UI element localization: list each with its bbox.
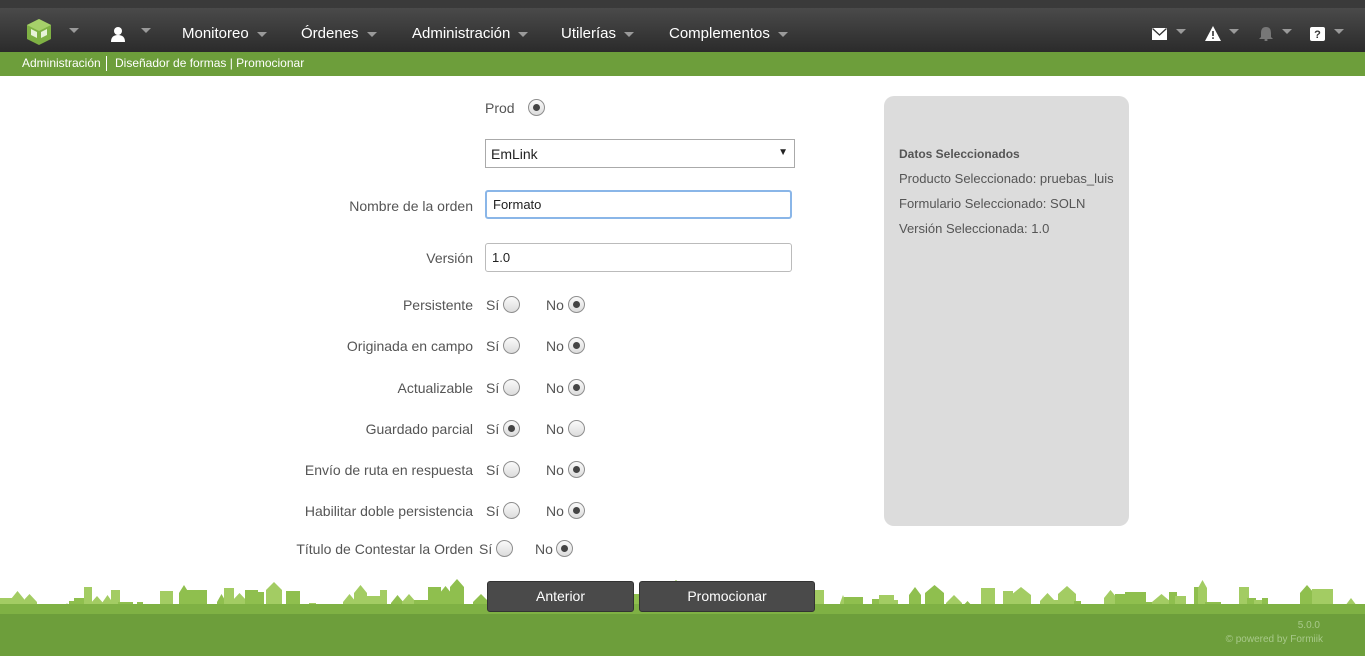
nav-label: Administración: [412, 25, 511, 42]
option-yes-label: Sí: [486, 297, 500, 313]
option-no-label: No: [546, 503, 564, 519]
formiik-logo-icon[interactable]: [26, 18, 52, 46]
option-yes-radio[interactable]: [496, 540, 513, 557]
product-select-value: EmLink: [491, 146, 538, 162]
option-no-label: No: [546, 338, 564, 354]
selected-data-panel: Datos Seleccionados Producto Seleccionad…: [884, 96, 1129, 526]
mail-icon[interactable]: [1152, 28, 1167, 40]
product-select[interactable]: EmLink ▼: [485, 139, 795, 168]
chevron-down-icon: [366, 31, 377, 37]
option-label: Envío de ruta en respuesta: [304, 462, 473, 478]
nav-utilerias[interactable]: Utilerías: [561, 25, 635, 42]
promote-button[interactable]: Promocionar: [639, 581, 815, 612]
option-no-label: No: [535, 541, 553, 557]
nav-monitoreo[interactable]: Monitoreo: [182, 25, 267, 42]
nav-label: Utilerías: [561, 25, 617, 42]
option-no-radio[interactable]: [568, 337, 585, 354]
option-yes-radio[interactable]: [503, 420, 520, 437]
warning-caret-icon[interactable]: [1229, 29, 1239, 34]
option-no-radio[interactable]: [568, 420, 585, 437]
option-no-radio[interactable]: [568, 461, 585, 478]
option-yes-radio[interactable]: [503, 296, 520, 313]
selected-version: Versión Seleccionada: 1.0: [899, 221, 1050, 236]
option-no-radio[interactable]: [568, 379, 585, 396]
warning-icon[interactable]: [1205, 26, 1221, 41]
nav-label: Órdenes: [301, 25, 359, 42]
option-label: Originada en campo: [346, 338, 473, 354]
selected-product: Producto Seleccionado: pruebas_luis: [899, 171, 1114, 186]
option-yes-label: Sí: [486, 462, 500, 478]
option-label: Habilitar doble persistencia: [304, 503, 473, 519]
chevron-down-icon: [518, 31, 529, 37]
breadcrumb-administracion[interactable]: Administración: [22, 56, 101, 70]
chevron-down-icon: [256, 31, 267, 37]
user-icon[interactable]: [110, 26, 126, 42]
previous-button[interactable]: Anterior: [487, 581, 634, 612]
version-input[interactable]: [485, 243, 792, 272]
selected-form: Formulario Seleccionado: SOLN: [899, 196, 1086, 211]
nav-label: Monitoreo: [182, 25, 249, 42]
option-yes-label: Sí: [486, 503, 500, 519]
powered-by: © powered by Formiik: [1225, 634, 1323, 645]
help-icon[interactable]: ?: [1310, 27, 1325, 41]
prod-label: Prod: [485, 100, 515, 116]
option-yes-label: Sí: [486, 380, 500, 396]
svg-text:?: ?: [1314, 29, 1321, 41]
nav-administracion[interactable]: Administración: [412, 25, 529, 42]
prod-radio[interactable]: [528, 99, 545, 116]
option-no-label: No: [546, 380, 564, 396]
bell-icon[interactable]: [1259, 26, 1273, 41]
option-label: Actualizable: [397, 380, 474, 396]
option-label: Guardado parcial: [365, 421, 473, 437]
footer-ground: [0, 614, 1365, 656]
nav-complementos[interactable]: Complementos: [669, 25, 788, 42]
option-no-radio[interactable]: [568, 502, 585, 519]
option-yes-label: Sí: [486, 421, 500, 437]
app-version: 5.0.0: [1297, 620, 1320, 631]
breadcrumb: Administración Diseñador de formas | Pro…: [0, 52, 1365, 76]
nav-ordenes[interactable]: Órdenes: [301, 25, 377, 42]
option-yes-label: Sí: [479, 541, 493, 557]
option-no-radio[interactable]: [568, 296, 585, 313]
dropdown-arrow-icon: ▼: [778, 147, 788, 158]
bell-caret-icon[interactable]: [1282, 29, 1292, 34]
option-yes-radio[interactable]: [503, 461, 520, 478]
option-label: Título de Contestar la Orden: [296, 541, 473, 557]
option-no-radio[interactable]: [556, 540, 573, 557]
chevron-down-icon: [624, 31, 635, 37]
option-yes-radio[interactable]: [503, 379, 520, 396]
mail-caret-icon[interactable]: [1176, 29, 1186, 34]
user-menu-caret-icon[interactable]: [141, 28, 151, 33]
nav-label: Complementos: [669, 25, 770, 42]
option-no-label: No: [546, 462, 564, 478]
panel-title: Datos Seleccionados: [899, 147, 1020, 161]
option-no-label: No: [546, 421, 564, 437]
breadcrumb-divider: [106, 56, 107, 71]
version-label: Versión: [426, 250, 473, 266]
option-label: Persistente: [402, 297, 473, 313]
option-yes-label: Sí: [486, 338, 500, 354]
option-no-label: No: [546, 297, 564, 313]
logo-menu-caret-icon[interactable]: [69, 28, 79, 33]
order-name-input[interactable]: [485, 190, 792, 219]
top-navbar: Monitoreo Órdenes Administración Utilerí…: [0, 0, 1365, 52]
chevron-down-icon: [777, 31, 788, 37]
breadcrumb-current: Diseñador de formas | Promocionar: [115, 56, 305, 70]
order-name-label: Nombre de la orden: [349, 198, 473, 214]
option-yes-radio[interactable]: [503, 502, 520, 519]
help-caret-icon[interactable]: [1334, 29, 1344, 34]
option-yes-radio[interactable]: [503, 337, 520, 354]
